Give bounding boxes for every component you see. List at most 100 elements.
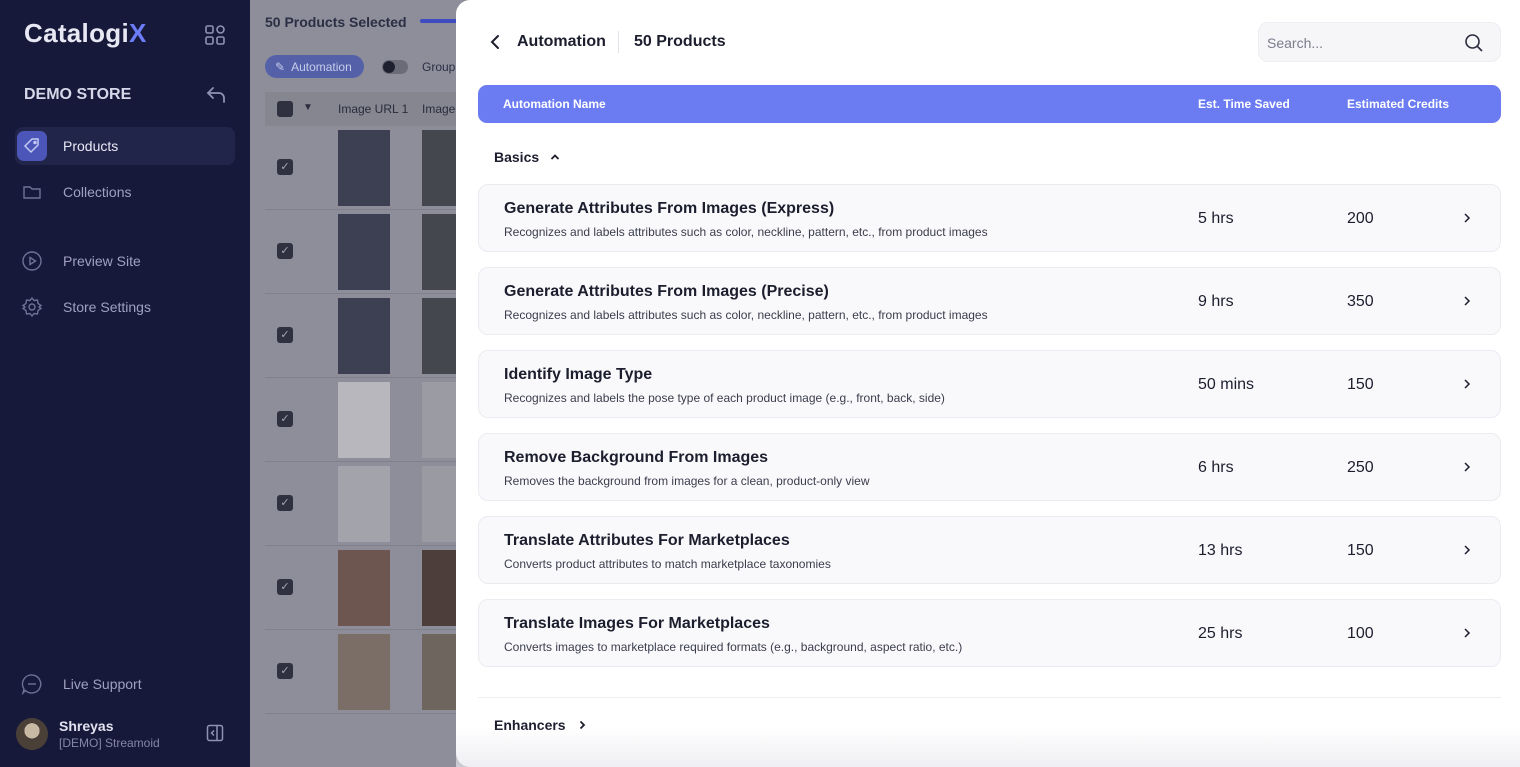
product-count: 50 Products	[634, 33, 726, 50]
column-header-name: Automation Name	[503, 97, 606, 111]
user-name: Shreyas	[59, 718, 114, 734]
column-header-time: Est. Time Saved	[1198, 97, 1290, 111]
gear-icon	[17, 292, 47, 322]
select-all-checkbox[interactable]	[277, 101, 293, 117]
search-input[interactable]	[1267, 32, 1457, 54]
panel-title: Automation	[517, 33, 606, 50]
section-toggle-enhancers[interactable]: Enhancers	[494, 715, 588, 735]
row-checkbox[interactable]: ✓	[277, 411, 293, 427]
chevron-right-icon	[579, 720, 585, 730]
avatar	[16, 718, 48, 750]
sidebar: CatalogiX DEMO STORE Products Collection…	[0, 0, 250, 767]
store-name: DEMO STORE	[24, 86, 132, 103]
chevron-right-icon[interactable]	[1460, 293, 1474, 309]
row-checkbox[interactable]: ✓	[277, 327, 293, 343]
live-support-label: Live Support	[63, 676, 142, 692]
automation-panel: Automation 50 Products Automation Name E…	[456, 0, 1520, 767]
time-saved: 13 hrs	[1198, 542, 1243, 559]
selection-title: 50 Products Selected	[265, 14, 407, 30]
automation-name: Translate Images For Marketplaces	[504, 615, 770, 632]
automation-name: Identify Image Type	[504, 366, 653, 383]
title-divider	[618, 31, 619, 53]
sidebar-item-products[interactable]: Products	[15, 127, 235, 165]
product-image	[338, 634, 390, 710]
automation-item[interactable]: Remove Background From Images Removes th…	[478, 433, 1501, 501]
row-checkbox[interactable]: ✓	[277, 579, 293, 595]
tag-icon	[17, 131, 47, 161]
time-saved: 50 mins	[1198, 376, 1255, 393]
time-saved: 9 hrs	[1198, 293, 1234, 310]
automation-button-label: Automation	[291, 59, 352, 74]
sidebar-item-preview-site[interactable]: Preview Site	[15, 242, 235, 280]
product-image	[338, 466, 390, 542]
time-saved: 5 hrs	[1198, 210, 1234, 227]
play-circle-icon	[17, 246, 47, 276]
automation-table-header: Automation Name Est. Time Saved Estimate…	[478, 85, 1501, 123]
automation-description: Recognizes and labels attributes such as…	[504, 308, 988, 322]
time-saved: 6 hrs	[1198, 459, 1234, 476]
sidebar-item-label: Collections	[63, 184, 132, 200]
product-image	[338, 382, 390, 458]
group-toggle[interactable]	[382, 60, 408, 74]
magic-wand-icon: ✎	[275, 59, 286, 74]
row-checkbox[interactable]: ✓	[277, 495, 293, 511]
section-divider	[478, 697, 1501, 698]
automation-description: Converts images to marketplace required …	[504, 640, 963, 654]
search-icon[interactable]	[1464, 33, 1484, 53]
section-label: Basics	[494, 149, 540, 165]
sidebar-item-collections[interactable]: Collections	[15, 173, 235, 211]
credits: 100	[1347, 625, 1374, 642]
column-header: Image	[422, 102, 456, 116]
live-support-link[interactable]: Live Support	[15, 665, 235, 703]
credits: 150	[1347, 376, 1374, 393]
row-checkbox[interactable]: ✓	[277, 243, 293, 259]
chevron-right-icon[interactable]	[1460, 376, 1474, 392]
collapse-sidebar-icon[interactable]	[206, 724, 224, 742]
back-chevron-icon[interactable]	[485, 31, 505, 53]
time-saved: 25 hrs	[1198, 625, 1243, 642]
group-toggle-label: Group	[422, 60, 456, 74]
sidebar-item-store-settings[interactable]: Store Settings	[15, 288, 235, 326]
sidebar-item-label: Store Settings	[63, 299, 151, 315]
switch-store-back-icon[interactable]	[204, 84, 228, 106]
credits: 150	[1347, 542, 1374, 559]
product-image	[338, 130, 390, 206]
chevron-down-icon[interactable]: ▼	[303, 102, 313, 113]
automation-item[interactable]: Translate Attributes For Marketplaces Co…	[478, 516, 1501, 584]
product-image	[338, 298, 390, 374]
product-image	[338, 550, 390, 626]
product-image	[338, 214, 390, 290]
credits: 250	[1347, 459, 1374, 476]
row-checkbox[interactable]: ✓	[277, 159, 293, 175]
automation-item[interactable]: Translate Images For Marketplaces Conver…	[478, 599, 1501, 667]
automation-description: Removes the background from images for a…	[504, 474, 870, 488]
automation-name: Generate Attributes From Images (Express…	[504, 200, 835, 217]
user-org: [DEMO] Streamoid	[59, 736, 160, 750]
automation-item[interactable]: Generate Attributes From Images (Express…	[478, 184, 1501, 252]
scroll-fade	[456, 727, 1520, 767]
chevron-right-icon[interactable]	[1460, 625, 1474, 641]
chevron-right-icon[interactable]	[1460, 459, 1474, 475]
credits: 350	[1347, 293, 1374, 310]
automation-description: Recognizes and labels attributes such as…	[504, 225, 988, 239]
chevron-right-icon[interactable]	[1460, 542, 1474, 558]
automation-name: Translate Attributes For Marketplaces	[504, 532, 790, 549]
automation-button[interactable]: ✎ Automation	[265, 55, 364, 78]
section-toggle-basics[interactable]: Basics	[494, 147, 561, 167]
app-logo[interactable]: CatalogiX	[24, 18, 147, 49]
sidebar-item-label: Products	[63, 138, 119, 154]
column-header: Image URL 1	[338, 102, 409, 116]
folder-icon	[17, 177, 47, 207]
search-box	[1258, 22, 1501, 62]
automation-item[interactable]: Generate Attributes From Images (Precise…	[478, 267, 1501, 335]
sidebar-item-label: Preview Site	[63, 253, 141, 269]
chevron-right-icon[interactable]	[1460, 210, 1474, 226]
row-checkbox[interactable]: ✓	[277, 663, 293, 679]
column-header-credits: Estimated Credits	[1347, 97, 1450, 111]
section-label: Enhancers	[494, 717, 566, 733]
automation-description: Recognizes and labels the pose type of e…	[504, 391, 945, 405]
automation-name: Remove Background From Images	[504, 449, 769, 466]
apps-grid-icon[interactable]	[203, 23, 227, 47]
automation-item[interactable]: Identify Image Type Recognizes and label…	[478, 350, 1501, 418]
user-profile[interactable]: Shreyas [DEMO] Streamoid	[16, 714, 236, 754]
